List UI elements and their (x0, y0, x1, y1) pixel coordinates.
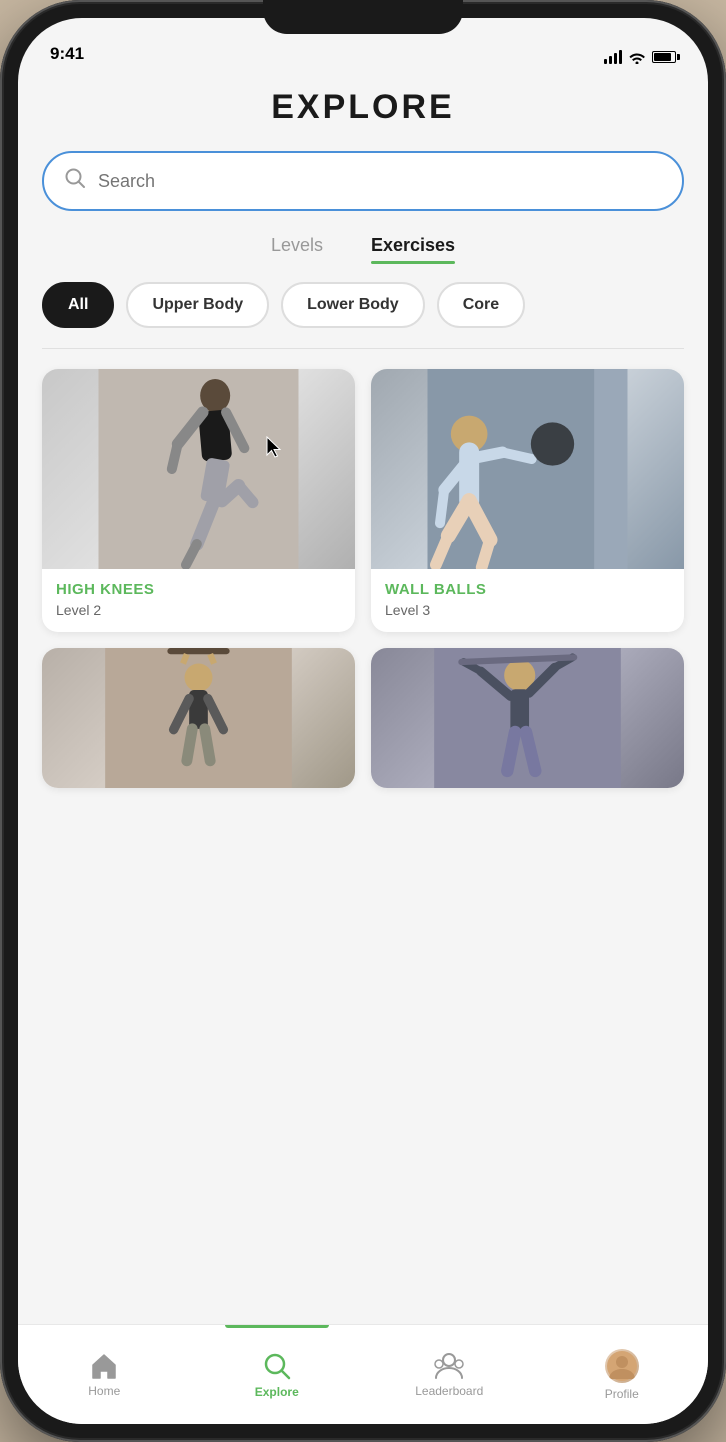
exercise-image-wall-balls (371, 369, 684, 569)
exercise-image-overhead (371, 648, 684, 788)
exercise-level-wall-balls: Level 3 (385, 602, 670, 618)
tabs-container: Levels Exercises (18, 235, 708, 262)
exercise-card-high-knees[interactable]: HIGH KNEES Level 2 (42, 369, 355, 632)
exercise-name-high-knees: HIGH KNEES (56, 581, 341, 598)
search-bar[interactable] (42, 151, 684, 211)
nav-profile[interactable]: Profile (536, 1325, 709, 1424)
nav-leaderboard[interactable]: Leaderboard (363, 1325, 536, 1424)
leaderboard-icon (434, 1352, 464, 1380)
search-input[interactable] (98, 171, 662, 192)
nav-home-label: Home (88, 1384, 120, 1398)
bottom-nav: Home Explore Leaderboard (18, 1324, 708, 1424)
exercise-level-high-knees: Level 2 (56, 602, 341, 618)
pill-core[interactable]: Core (437, 282, 525, 328)
card-info-wall-balls: WALL BALLS Level 3 (371, 569, 684, 632)
explore-icon (262, 1351, 292, 1381)
signal-icon (604, 50, 622, 64)
status-icons (604, 50, 676, 64)
tab-levels[interactable]: Levels (271, 235, 323, 262)
card-info-high-knees: HIGH KNEES Level 2 (42, 569, 355, 632)
home-icon (90, 1352, 118, 1380)
phone-frame: 9:41 EXPLORE (0, 0, 726, 1442)
nav-home[interactable]: Home (18, 1325, 191, 1424)
status-time: 9:41 (50, 44, 84, 64)
screen: 9:41 EXPLORE (18, 18, 708, 1424)
tab-exercises[interactable]: Exercises (371, 235, 455, 262)
nav-explore-label: Explore (255, 1385, 299, 1399)
exercise-card-wall-balls[interactable]: WALL BALLS Level 3 (371, 369, 684, 632)
pill-upper-body[interactable]: Upper Body (126, 282, 269, 328)
search-container (18, 151, 708, 211)
filter-pills: All Upper Body Lower Body Core (18, 282, 708, 328)
divider (42, 348, 684, 349)
battery-icon (652, 51, 676, 63)
nav-profile-label: Profile (605, 1387, 639, 1401)
nav-leaderboard-label: Leaderboard (415, 1384, 483, 1398)
pill-lower-body[interactable]: Lower Body (281, 282, 425, 328)
exercise-name-wall-balls: WALL BALLS (385, 581, 670, 598)
notch (263, 0, 463, 34)
exercise-card-overhead[interactable] (371, 648, 684, 788)
exercise-card-pullups[interactable] (42, 648, 355, 788)
main-content: EXPLORE Levels (18, 72, 708, 1324)
page-title: EXPLORE (18, 88, 708, 127)
exercise-image-pullups (42, 648, 355, 788)
pill-all[interactable]: All (42, 282, 114, 328)
exercise-grid: HIGH KNEES Level 2 (18, 369, 708, 812)
wifi-icon (628, 50, 646, 64)
search-icon (64, 167, 86, 195)
profile-avatar (605, 1349, 639, 1383)
nav-explore[interactable]: Explore (191, 1325, 364, 1424)
exercise-image-high-knees (42, 369, 355, 569)
